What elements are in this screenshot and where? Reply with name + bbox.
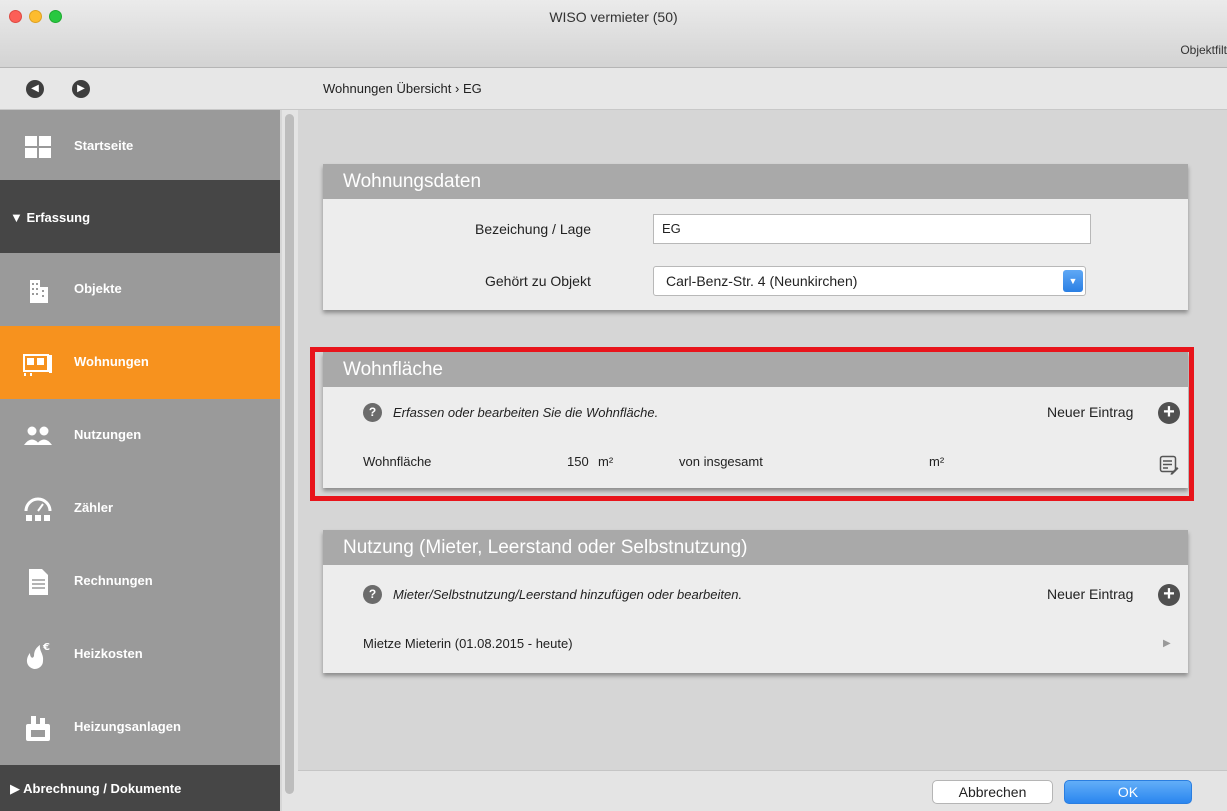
wohnflaeche-new-entry-button[interactable]: Neuer Eintrag bbox=[1047, 404, 1133, 420]
total-label: von insgesamt bbox=[679, 454, 763, 469]
sidebar-item-label: Nutzungen bbox=[74, 427, 142, 442]
sidebar-item-startseite[interactable]: Startseite bbox=[0, 110, 280, 183]
nutzung-hint: Mieter/Selbstnutzung/Leerstand hinzufüge… bbox=[393, 587, 743, 602]
sidebar-item-label: Rechnungen bbox=[74, 573, 153, 588]
edit-list-icon[interactable] bbox=[1159, 455, 1179, 475]
sidebar-item-wohnungen[interactable]: Wohnungen bbox=[0, 326, 280, 399]
nutzung-row[interactable]: Mietze Mieterin (01.08.2015 - heute) bbox=[363, 636, 573, 651]
sidebar: Startseite ▼ Erfassung Objekte Wohnungen… bbox=[0, 110, 280, 811]
nutzung-new-entry-button[interactable]: Neuer Eintrag bbox=[1047, 586, 1133, 602]
svg-text:€: € bbox=[42, 642, 50, 653]
sidebar-item-label: Heizungsanlagen bbox=[74, 719, 181, 734]
sidebar-item-nutzungen[interactable]: Nutzungen bbox=[0, 399, 280, 472]
help-icon[interactable]: ? bbox=[363, 403, 382, 422]
sidebar-item-zaehler[interactable]: Zähler bbox=[0, 472, 280, 545]
sidebar-item-rechnungen[interactable]: Rechnungen bbox=[0, 545, 280, 618]
bezeichnung-label: Bezeichung / Lage bbox=[475, 221, 591, 237]
plus-icon[interactable]: + bbox=[1158, 402, 1180, 424]
help-icon[interactable]: ? bbox=[363, 585, 382, 604]
footer-bar: Abbrechen OK bbox=[298, 770, 1227, 811]
grid-icon bbox=[25, 136, 51, 158]
sidebar-item-heizungsanlagen[interactable]: Heizungsanlagen bbox=[0, 691, 280, 764]
sidebar-item-label: Heizkosten bbox=[74, 646, 143, 661]
total-unit: m² bbox=[929, 454, 945, 469]
sidebar-scrollbar[interactable] bbox=[282, 110, 298, 811]
scrollbar-thumb[interactable] bbox=[285, 114, 294, 794]
flame-euro-icon: € bbox=[26, 642, 50, 669]
sidebar-item-label: Objekte bbox=[74, 281, 122, 296]
wohnungsdaten-panel: Wohnungsdaten Bezeichung / Lage EG Gehör… bbox=[323, 164, 1188, 310]
sidebar-item-label: Wohnungen bbox=[74, 354, 149, 369]
heater-icon bbox=[26, 716, 50, 741]
sidebar-item-heizkosten[interactable]: € Heizkosten bbox=[0, 618, 280, 691]
objekt-select[interactable]: Carl-Benz-Str. 4 (Neunkirchen) ▼ bbox=[653, 266, 1086, 296]
navigation-bar: ◀ ▶ Wohnungen Übersicht › EG bbox=[0, 68, 1227, 110]
title-bar: WISO vermieter (50) Objektfilt bbox=[0, 0, 1227, 68]
wohnflaeche-panel: Wohnfläche ? Erfassen oder bearbeiten Si… bbox=[323, 352, 1188, 488]
arrow-right-icon[interactable]: ▶ bbox=[72, 80, 90, 98]
sidebar-section-abrechnung[interactable]: ▶ Abrechnung / Dokumente bbox=[0, 765, 280, 811]
objekt-label: Gehört zu Objekt bbox=[485, 273, 591, 289]
sidebar-section-erfassung[interactable]: ▼ Erfassung bbox=[0, 180, 280, 253]
bezeichnung-input[interactable]: EG bbox=[653, 214, 1091, 244]
sidebar-section-label: Abrechnung / Dokumente bbox=[23, 781, 182, 796]
chevron-right-icon[interactable]: ▶ bbox=[1163, 638, 1171, 649]
ok-button[interactable]: OK bbox=[1064, 780, 1192, 804]
panel-title: Wohnungsdaten bbox=[323, 164, 1188, 199]
wohnflaeche-hint: Erfassen oder bearbeiten Sie die Wohnflä… bbox=[393, 405, 659, 420]
meter-icon bbox=[24, 497, 52, 521]
panel-title: Nutzung (Mieter, Leerstand oder Selbstnu… bbox=[323, 530, 1188, 565]
sidebar-item-objekte[interactable]: Objekte bbox=[0, 253, 280, 326]
sidebar-item-label: Startseite bbox=[74, 138, 134, 153]
window-title: WISO vermieter (50) bbox=[549, 9, 678, 25]
wohnflaeche-row-label: Wohnfläche bbox=[363, 454, 432, 469]
panel-title: Wohnfläche bbox=[323, 352, 1188, 387]
wohnflaeche-unit: m² bbox=[598, 454, 614, 469]
building-icon bbox=[30, 280, 48, 303]
objekt-select-value: Carl-Benz-Str. 4 (Neunkirchen) bbox=[666, 273, 858, 289]
object-filter-button[interactable]: Objektfilt bbox=[1180, 43, 1227, 57]
sidebar-section-label: Erfassung bbox=[26, 210, 91, 225]
people-icon bbox=[24, 426, 52, 445]
chevron-down-icon[interactable]: ▼ bbox=[1063, 270, 1083, 292]
document-icon bbox=[29, 569, 48, 595]
main-content: Wohnungsdaten Bezeichung / Lage EG Gehör… bbox=[298, 110, 1227, 770]
cancel-button[interactable]: Abbrechen bbox=[932, 780, 1053, 804]
breadcrumb: Wohnungen Übersicht › EG bbox=[323, 81, 482, 96]
plus-icon[interactable]: + bbox=[1158, 584, 1180, 606]
wohnflaeche-value: 150 bbox=[567, 454, 589, 469]
sidebar-item-label: Zähler bbox=[74, 500, 114, 515]
apartment-icon bbox=[23, 354, 52, 376]
arrow-left-icon[interactable]: ◀ bbox=[26, 80, 44, 98]
nutzung-panel: Nutzung (Mieter, Leerstand oder Selbstnu… bbox=[323, 530, 1188, 673]
